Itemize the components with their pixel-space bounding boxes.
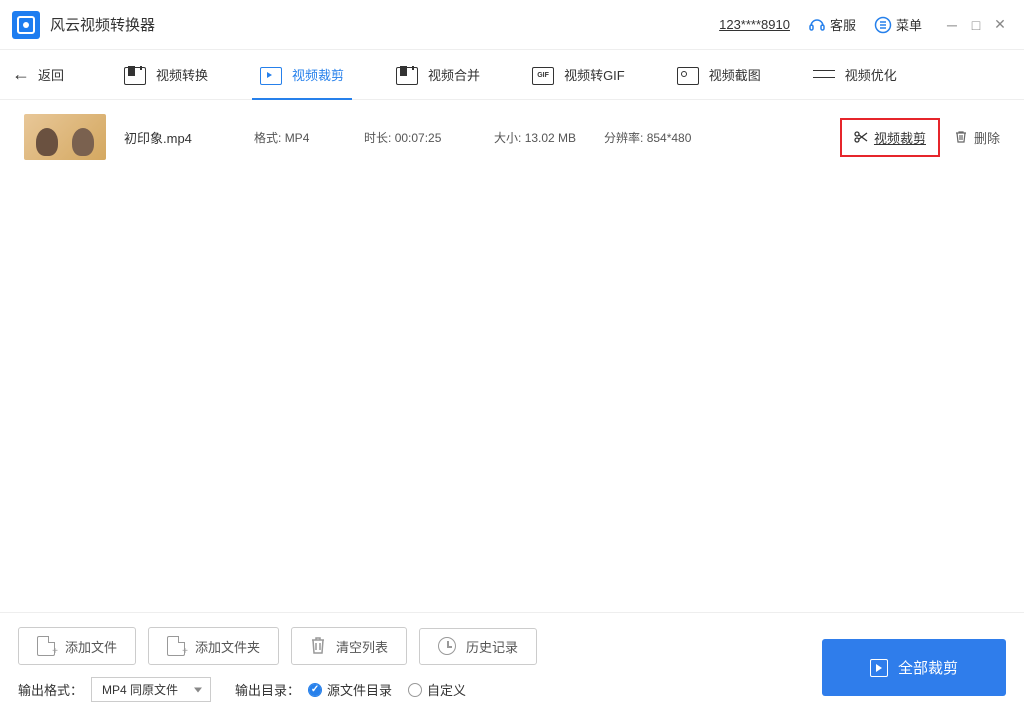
app-title: 风云视频转换器: [50, 14, 155, 35]
close-button[interactable]: ✕: [988, 16, 1012, 33]
account-id[interactable]: 123****8910: [719, 17, 790, 32]
trash-icon: [310, 636, 326, 656]
history-button[interactable]: 历史记录: [419, 628, 537, 665]
add-folder-button[interactable]: 添加文件夹: [148, 627, 279, 665]
titlebar: 风云视频转换器 123****8910 客服 菜单 ─ □ ✕: [0, 0, 1024, 50]
file-list: 初印象.mp4 格式: MP4 时长: 00:07:25 大小: 13.02 M…: [0, 100, 1024, 174]
output-format-select[interactable]: MP4 同原文件: [91, 677, 211, 702]
tab-label: 视频转GIF: [564, 65, 625, 84]
back-label: 返回: [38, 65, 64, 84]
file-resolution: 分辨率: 854*480: [604, 129, 754, 146]
merge-icon: [396, 65, 418, 85]
tab-label: 视频转换: [156, 65, 208, 84]
tab-screenshot[interactable]: 视频截图: [677, 50, 761, 100]
btn-label: 清空列表: [336, 637, 388, 656]
sliders-icon: [813, 65, 835, 85]
btn-label: 历史记录: [466, 637, 518, 656]
menu-label: 菜单: [896, 15, 922, 34]
trash-icon: [954, 130, 968, 144]
support-label: 客服: [830, 15, 856, 34]
arrow-left-icon: ←: [12, 64, 30, 85]
clear-list-button[interactable]: 清空列表: [291, 627, 407, 665]
footer: 添加文件 添加文件夹 清空列表 历史记录 输出格式： MP4 同原文件 输出目录…: [0, 612, 1024, 720]
tab-label: 视频裁剪: [292, 65, 344, 84]
maximize-button[interactable]: □: [964, 17, 988, 33]
menu-button[interactable]: 菜单: [874, 15, 922, 34]
convert-icon: [124, 65, 146, 85]
output-format-label: 输出格式：: [18, 680, 83, 699]
minimize-button[interactable]: ─: [940, 17, 964, 33]
folder-plus-icon: [167, 636, 185, 656]
headset-icon: [808, 16, 826, 34]
file-plus-icon: [37, 636, 55, 656]
tab-merge[interactable]: 视频合并: [396, 50, 480, 100]
back-button[interactable]: ← 返回: [12, 64, 64, 85]
support-button[interactable]: 客服: [808, 15, 856, 34]
video-thumbnail: [24, 114, 106, 160]
file-format: 格式: MP4: [254, 129, 364, 146]
file-duration: 时长: 00:07:25: [364, 129, 494, 146]
scissors-icon: [854, 130, 868, 144]
play-box-icon: [870, 659, 888, 677]
add-file-button[interactable]: 添加文件: [18, 627, 136, 665]
file-row: 初印象.mp4 格式: MP4 时长: 00:07:25 大小: 13.02 M…: [0, 100, 1024, 174]
tab-convert[interactable]: 视频转换: [124, 50, 208, 100]
output-dir-label: 输出目录：: [235, 680, 300, 699]
radio-unchecked-icon: [408, 683, 422, 697]
radio-label: 源文件目录: [327, 680, 392, 699]
gif-icon: GIF: [532, 65, 554, 85]
delete-button[interactable]: 删除: [954, 128, 1000, 147]
radio-label: 自定义: [427, 680, 466, 699]
tab-optimize[interactable]: 视频优化: [813, 50, 897, 100]
tab-label: 视频合并: [428, 65, 480, 84]
crop-video-button[interactable]: 视频裁剪: [840, 118, 940, 157]
radio-source-dir[interactable]: 源文件目录: [308, 680, 392, 699]
main-btn-label: 全部裁剪: [898, 657, 958, 678]
tab-bar: ← 返回 视频转换 视频裁剪 视频合并 GIF 视频转GIF 视频截图 视频优化: [0, 50, 1024, 100]
menu-list-icon: [874, 16, 892, 34]
app-logo-icon: [12, 11, 40, 39]
clock-icon: [438, 637, 456, 655]
tab-label: 视频优化: [845, 65, 897, 84]
tab-crop[interactable]: 视频裁剪: [260, 50, 344, 100]
crop-label: 视频裁剪: [874, 128, 926, 147]
radio-custom-dir[interactable]: 自定义: [408, 680, 466, 699]
file-name: 初印象.mp4: [124, 128, 254, 147]
crop-all-button[interactable]: 全部裁剪: [822, 639, 1006, 696]
screenshot-icon: [677, 65, 699, 85]
file-size: 大小: 13.02 MB: [494, 129, 604, 146]
btn-label: 添加文件: [65, 637, 117, 656]
tab-label: 视频截图: [709, 65, 761, 84]
btn-label: 添加文件夹: [195, 637, 260, 656]
delete-label: 删除: [974, 128, 1000, 147]
radio-checked-icon: [308, 683, 322, 697]
tab-gif[interactable]: GIF 视频转GIF: [532, 50, 625, 100]
crop-icon: [260, 65, 282, 85]
